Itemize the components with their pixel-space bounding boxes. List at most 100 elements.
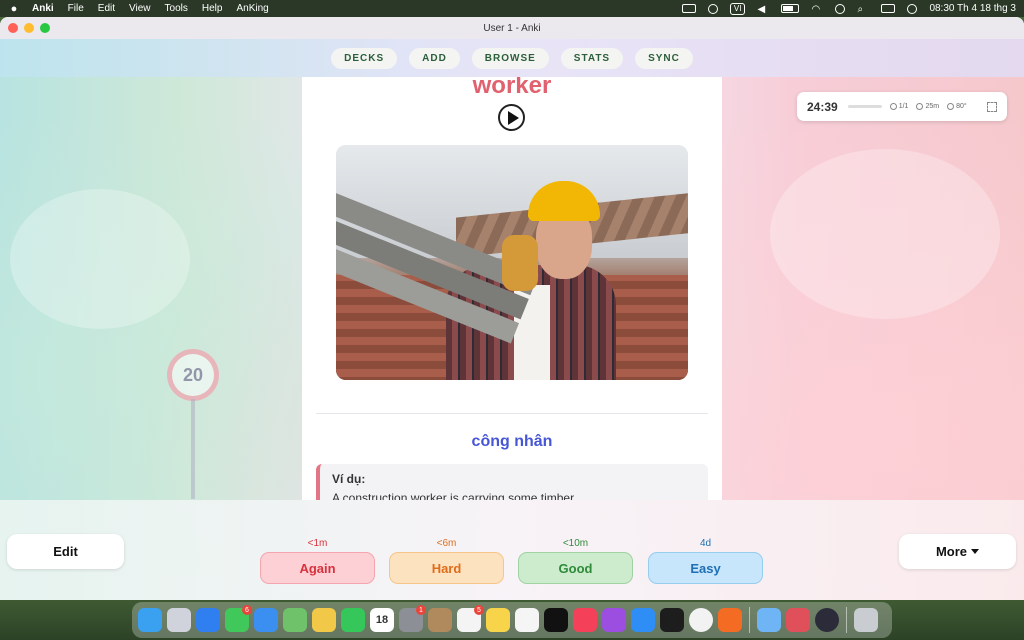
finder-icon[interactable]	[138, 608, 162, 632]
calendar-icon[interactable]: 18	[370, 608, 394, 632]
again-button[interactable]: Again	[260, 552, 375, 584]
facetime-icon[interactable]	[341, 608, 365, 632]
fullscreen-icon[interactable]	[987, 101, 997, 112]
anki-window: User 1 - Anki 20 DECKS ADD BROWSE STATS …	[0, 17, 1024, 600]
siri-icon[interactable]	[907, 3, 918, 14]
chrome-icon[interactable]	[689, 608, 713, 632]
play-audio-button[interactable]	[498, 104, 525, 131]
good-button[interactable]: Good	[518, 552, 633, 584]
menu-edit[interactable]: Edit	[98, 3, 115, 14]
tree-right	[770, 149, 1000, 319]
flashcard: worker công nhân Ví dụ: A construction w…	[302, 77, 722, 500]
music-icon[interactable]	[573, 608, 597, 632]
menu-anking[interactable]: AnKing	[236, 3, 268, 14]
volume-icon[interactable]: ◀	[757, 4, 769, 15]
mail-icon[interactable]	[254, 608, 278, 632]
tree-left	[10, 189, 190, 329]
battery-icon[interactable]	[781, 4, 800, 13]
easy-label: Easy	[690, 560, 721, 576]
anki-icon[interactable]	[757, 608, 781, 632]
nav-stats[interactable]: STATS	[560, 47, 624, 69]
menu-help[interactable]: Help	[202, 3, 223, 14]
more-label: More	[935, 544, 968, 559]
user-icon[interactable]	[835, 3, 846, 14]
good-interval: <10m	[562, 538, 589, 549]
timer-temp-value: 80°	[956, 103, 967, 110]
nav-browse[interactable]: BROWSE	[471, 47, 549, 69]
example-label: Ví dụ:	[332, 472, 366, 486]
app-store-icon[interactable]	[631, 608, 655, 632]
calendar-day: 18	[375, 614, 389, 626]
card-word: worker	[472, 77, 552, 99]
apple-menu-icon[interactable]: ●	[8, 3, 20, 15]
search-icon[interactable]: ⌕	[857, 4, 869, 15]
maps-icon[interactable]	[283, 608, 307, 632]
notes-icon[interactable]	[486, 608, 510, 632]
again-interval: <1m	[307, 538, 328, 549]
dock-separator-2	[846, 607, 847, 633]
hard-interval: <6m	[436, 538, 457, 549]
cards-icon	[889, 103, 897, 110]
more-button[interactable]: More	[899, 534, 1016, 569]
hard-button[interactable]: Hard	[389, 552, 504, 584]
trash-icon[interactable]	[854, 608, 878, 632]
timer-minutes: 25m	[916, 103, 939, 110]
play-status-icon[interactable]	[707, 3, 718, 14]
dock-separator	[749, 607, 750, 633]
nav-sync[interactable]: SYNC	[635, 47, 693, 69]
hard-label: Hard	[431, 560, 462, 576]
input-source-badge[interactable]: VI	[729, 2, 746, 15]
nav-decks[interactable]: DECKS	[331, 47, 398, 69]
edit-button[interactable]: Edit	[7, 534, 124, 569]
thermometer-icon	[947, 103, 955, 110]
close-window-icon[interactable]	[8, 23, 18, 33]
apple-tv-icon[interactable]	[544, 608, 568, 632]
reminders-badge: 5	[474, 605, 484, 615]
speed-sign: 20	[167, 349, 219, 401]
freeform-icon[interactable]	[515, 608, 539, 632]
menu-tools[interactable]: Tools	[165, 3, 188, 14]
zoom-window-icon[interactable]	[40, 23, 50, 33]
timer-progress	[847, 105, 882, 108]
photos-icon[interactable]	[312, 608, 336, 632]
app-icon[interactable]	[786, 608, 810, 632]
screen-mirror-icon[interactable]	[681, 4, 696, 13]
messages-icon[interactable]: 6	[225, 605, 252, 632]
photo-glove	[502, 235, 538, 291]
wifi-icon[interactable]: ◠	[811, 4, 823, 15]
messages-badge: 6	[242, 605, 252, 615]
menu-file[interactable]: File	[68, 3, 84, 14]
safari-icon[interactable]	[196, 608, 220, 632]
caret-down-icon	[971, 549, 980, 554]
dock: 6 18 1 5	[132, 602, 892, 638]
reminders-icon[interactable]: 5	[457, 605, 484, 632]
edit-label: Edit	[53, 544, 78, 559]
photo-worker-shirt	[514, 285, 550, 380]
easy-button[interactable]: Easy	[648, 552, 763, 584]
terminal-icon[interactable]	[660, 608, 684, 632]
timer-cards-value: 1/1	[898, 103, 909, 110]
nav-add[interactable]: ADD	[409, 47, 460, 69]
system-settings-icon[interactable]: 1	[399, 605, 426, 632]
control-center-icon[interactable]	[881, 4, 896, 13]
launchpad-icon[interactable]	[167, 608, 191, 632]
timer-temp: 80°	[947, 103, 967, 110]
top-nav: DECKS ADD BROWSE STATS SYNC	[0, 39, 1024, 77]
timer-time: 24:39	[807, 99, 838, 114]
menu-view[interactable]: View	[129, 3, 151, 14]
menu-clock[interactable]: 08:30 Th 4 18 thg 3	[929, 3, 1016, 14]
settings-badge: 1	[416, 605, 426, 615]
status-area: VI ◀ ◠ ⌕ 08:30 Th 4 18 thg 3	[681, 2, 1016, 15]
good-label: Good	[558, 560, 593, 576]
study-timer: 24:39 1/1 25m 80°	[797, 92, 1007, 121]
minimize-window-icon[interactable]	[24, 23, 34, 33]
window-controls	[8, 23, 50, 33]
podcasts-icon[interactable]	[602, 608, 626, 632]
card-meaning: công nhân	[471, 433, 553, 450]
menu-app-name[interactable]: Anki	[32, 3, 54, 14]
contacts-icon[interactable]	[428, 608, 452, 632]
answer-bar: Edit <1m Again <6m Hard <10m Good 4d Eas…	[0, 500, 1024, 600]
again-label: Again	[299, 560, 336, 576]
brave-icon[interactable]	[718, 608, 742, 632]
obs-icon[interactable]	[815, 608, 839, 632]
